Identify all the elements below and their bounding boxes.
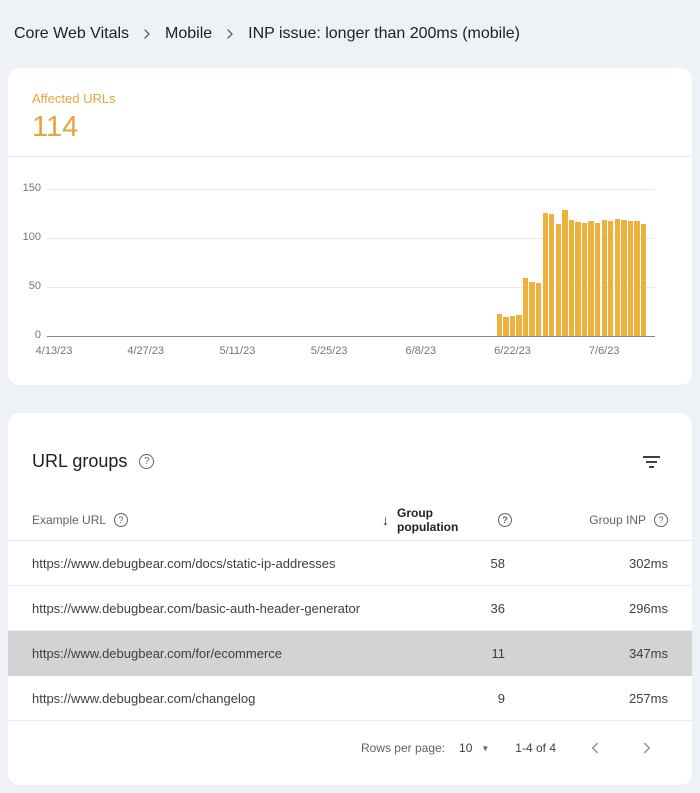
cell-example-url: https://www.debugbear.com/basic-auth-hea… xyxy=(32,600,361,616)
summary-chart-card: Affected URLs 114 0 50 100 150 4/13/23 4/27/2… xyxy=(8,68,692,385)
chevron-right-icon xyxy=(139,26,155,42)
gridline xyxy=(47,336,655,337)
filter-list-icon xyxy=(643,455,660,468)
help-icon[interactable]: ? xyxy=(498,512,512,527)
breadcrumb: Core Web Vitals Mobile INP issue: longer… xyxy=(0,0,700,68)
x-axis-label: 5/25/23 xyxy=(310,345,348,357)
table-row[interactable]: https://www.debugbear.com/basic-auth-hea… xyxy=(8,586,692,631)
column-header-group-population[interactable]: ↓ Group population ? xyxy=(382,506,512,534)
chart-bar[interactable] xyxy=(516,315,522,336)
next-page-button[interactable] xyxy=(630,735,664,761)
prev-page-button[interactable] xyxy=(578,735,612,761)
chart-bar[interactable] xyxy=(529,282,535,336)
chart-bar[interactable] xyxy=(640,224,647,336)
y-axis-label: 0 xyxy=(34,329,41,341)
chart-bar[interactable] xyxy=(555,224,562,336)
x-axis-label: 4/13/23 xyxy=(35,345,73,357)
x-axis-label: 6/22/23 xyxy=(494,345,531,357)
chevron-right-icon xyxy=(644,742,650,754)
breadcrumb-item-current-issue: INP issue: longer than 200ms (mobile) xyxy=(248,25,520,42)
chart-bar[interactable] xyxy=(522,278,529,336)
column-header-example-url[interactable]: Example URL ? xyxy=(32,512,382,527)
chevron-right-icon xyxy=(222,26,238,42)
column-header-group-inp[interactable]: Group INP ? xyxy=(512,512,668,527)
affected-urls-value: 114 xyxy=(32,111,79,143)
sort-descending-icon: ↓ xyxy=(382,511,389,528)
url-groups-card: URL groups ? Example URL ? ↓ Group popul… xyxy=(8,413,692,785)
cell-group-inp: 302ms xyxy=(628,555,668,571)
cell-example-url: https://www.debugbear.com/changelog xyxy=(32,690,256,706)
cell-group-population: 11 xyxy=(491,645,506,661)
chart-bar[interactable] xyxy=(536,283,542,336)
cell-group-population: 58 xyxy=(490,555,505,571)
chart-bar[interactable] xyxy=(594,223,601,336)
table-row[interactable]: https://www.debugbear.com/for/ecommerce 1… xyxy=(8,631,692,676)
affected-urls-label: Affected URLs xyxy=(32,91,116,106)
filter-button[interactable] xyxy=(639,452,664,472)
chart-bar[interactable] xyxy=(627,221,634,336)
chart-bar[interactable] xyxy=(608,221,614,336)
chart-bar[interactable] xyxy=(509,316,516,336)
table-footer: Rows per page: 10 ▼ 1-4 of 4 xyxy=(8,721,692,775)
chart-bar[interactable] xyxy=(621,220,627,336)
chart-bar[interactable] xyxy=(614,219,620,336)
breadcrumb-item-mobile[interactable]: Mobile xyxy=(165,25,212,43)
y-axis-label: 50 xyxy=(28,280,41,292)
cell-group-inp: 347ms xyxy=(628,645,668,661)
column-label: Group INP xyxy=(589,512,646,527)
y-axis-label: 100 xyxy=(22,231,41,243)
url-groups-title: URL groups xyxy=(32,451,128,471)
chart-bar[interactable] xyxy=(581,223,588,336)
chevron-left-icon xyxy=(592,742,598,754)
table-row[interactable]: https://www.debugbear.com/changelog 9 257m… xyxy=(8,676,692,721)
chart-bar[interactable] xyxy=(588,221,594,336)
chart-bar[interactable] xyxy=(549,213,555,336)
rows-per-page-select[interactable]: 10 ▼ xyxy=(459,741,489,755)
x-axis-label: 7/6/23 xyxy=(588,345,620,357)
column-label: Group population xyxy=(397,505,459,534)
cell-example-url: https://www.debugbear.com/docs/static-ip… xyxy=(32,555,336,571)
help-icon[interactable]: ? xyxy=(654,512,668,527)
x-axis-label: 6/8/23 xyxy=(405,345,437,357)
gridline xyxy=(47,189,655,190)
y-axis-label: 150 xyxy=(22,182,41,194)
cell-group-inp: 257ms xyxy=(628,690,668,706)
rows-per-page-value: 10 xyxy=(459,741,473,755)
dropdown-arrow-icon: ▼ xyxy=(481,743,490,753)
chart-bar[interactable] xyxy=(496,314,503,336)
help-icon[interactable]: ? xyxy=(114,512,129,527)
cell-group-population: 9 xyxy=(497,690,505,706)
pagination-range: 1-4 of 4 xyxy=(515,741,556,755)
chart-bar[interactable] xyxy=(503,317,509,336)
column-label: Example URL xyxy=(32,512,107,527)
chart-bar[interactable] xyxy=(542,212,548,336)
cell-example-url: https://www.debugbear.com/for/ecommerce xyxy=(32,645,283,661)
cell-group-population: 36 xyxy=(490,600,505,616)
url-groups-body: https://www.debugbear.com/docs/static-ip… xyxy=(8,541,692,721)
x-axis-label: 5/11/23 xyxy=(219,345,256,357)
chart-bar[interactable] xyxy=(568,220,575,336)
chart-bar[interactable] xyxy=(575,222,581,336)
chart-bar[interactable] xyxy=(634,221,640,336)
chart-bar[interactable] xyxy=(601,220,607,336)
help-icon[interactable]: ? xyxy=(139,454,155,469)
cell-group-inp: 296ms xyxy=(628,600,668,616)
table-row[interactable]: https://www.debugbear.com/docs/static-ip… xyxy=(8,541,692,586)
affected-urls-chart: 0 50 100 150 4/13/23 4/27/23 5/11/23 5/25/23 6/8… xyxy=(8,157,692,384)
table-header-row: Example URL ? ↓ Group population ? Group… xyxy=(8,499,692,541)
affected-urls-toggle[interactable]: Affected URLs 114 xyxy=(8,68,692,157)
x-axis-label: 4/27/23 xyxy=(127,345,165,357)
breadcrumb-item-core-web-vitals[interactable]: Core Web Vitals xyxy=(14,25,129,43)
rows-per-page-label: Rows per page: xyxy=(360,741,446,755)
chart-bar[interactable] xyxy=(562,209,568,336)
